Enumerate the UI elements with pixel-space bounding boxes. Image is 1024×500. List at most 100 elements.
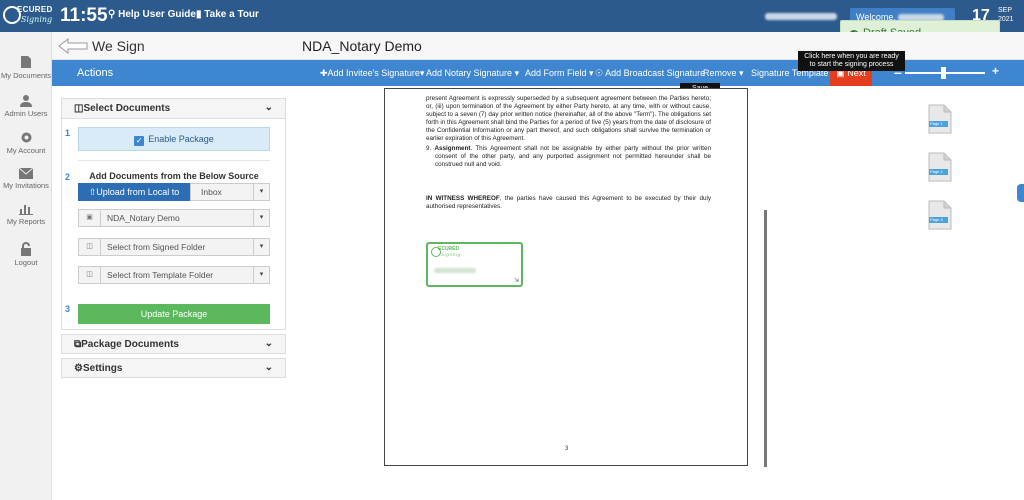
paragraph-assignment: 9. Assignment. This Agreement shall not … [426,145,711,169]
page-thumbnail[interactable]: Page 3 [927,200,953,230]
checkbox-checked-icon: ✓ [134,136,145,146]
zoom-slider-handle[interactable] [941,67,946,79]
gear-icon [21,132,31,143]
plus-icon: ✚ [320,68,328,78]
sidebar-item-my-reports[interactable]: My Reports [0,203,52,226]
lock-icon [21,242,31,256]
sidebar-item-my-account[interactable]: My Account [0,131,52,155]
add-documents-title: Add Documents from the Below Source [89,171,259,181]
divider [78,160,270,161]
sidebar-label: My Account [6,146,46,155]
add-invitee-signature-menu[interactable]: ✚Add Invitee's Signature▾ [320,68,424,79]
remove-menu[interactable]: Remove ▾ [703,68,744,79]
settings-panel: ⚙Settings ⌄ [61,358,286,378]
bold-term: Assignment [434,145,471,152]
list-number: 9. [426,145,432,152]
resize-handle-icon[interactable]: ⇲ [514,277,519,284]
update-package-button[interactable]: Update Package [78,304,270,324]
menu-label: Add Broadcast Signature [605,68,706,78]
sidebar-label: Admin Users [4,109,48,118]
logo-word: ECURED [17,5,53,14]
signed-folder-select[interactable]: ◫ Select from Signed Folder ▾ [78,238,270,256]
menu-label: Add Form Field [525,68,587,78]
add-broadcast-signature-button[interactable]: ☉ Add Broadcast Signature [595,68,705,79]
secured-signing-logo: ECURED Signing [431,246,467,260]
sidebar-item-logout[interactable]: Logout [0,242,52,267]
date-month-year: SEP 2021 [998,6,1014,24]
module-title: We Sign [92,38,145,54]
thumbnail-label: Page 3 [929,217,948,223]
caret-down-icon: ▾ [589,68,594,78]
actions-title: Actions [77,67,114,79]
select-documents-panel: ◫Select Documents ⌄ 1 ✓ Enable Package 2 … [61,98,286,330]
upload-label: Upload from Local to [96,187,180,197]
take-a-tour-link[interactable]: ▮ Take a Tour [196,9,259,20]
select-documents-header[interactable]: ◫Select Documents ⌄ [62,99,285,119]
page-thumbnail[interactable]: Page 1 [927,104,953,134]
upload-from-local-button[interactable]: ⇧Upload from Local to [78,183,190,201]
sidebar-label: My Reports [6,217,46,226]
sidebar-item-my-documents[interactable]: My Documents [0,55,52,80]
sidebar-item-my-invitations[interactable]: My Invitations [0,168,52,190]
help-user-guide-link[interactable]: ⚲ Help User Guide [108,9,196,20]
add-form-field-menu[interactable]: Add Form Field ▾ [525,68,594,79]
menu-label: Remove [703,68,737,78]
sidebar-label: Logout [14,258,38,267]
step-number: 3 [65,304,71,314]
upload-target-select[interactable]: Inbox ▾ [190,183,270,201]
gears-icon: ⚙ [74,363,83,374]
broadcast-icon: ☉ [595,68,606,78]
bar-chart-icon [19,205,33,215]
template-folder-select[interactable]: ◫ Select from Template Folder ▾ [78,266,270,284]
chevron-down-icon: ⌄ [264,362,273,373]
document-title: NDA_Notary Demo [302,38,422,54]
page-thumbnail[interactable]: Page 2 [927,152,953,182]
package-documents-header[interactable]: ⧉Package Documents ⌄ [62,335,285,353]
template-folder-placeholder: Select from Template Folder [107,270,214,280]
viewer-scrollbar[interactable] [764,210,767,467]
menu-label: Add Invitee's Signature [327,68,420,78]
document-icon [21,56,31,68]
step-number: 1 [65,128,71,138]
step-number: 2 [65,172,71,182]
back-arrow-icon[interactable] [58,38,88,54]
caret-down-icon: ▾ [514,68,520,78]
paragraph-text: . This Agreement shall not be assignable… [435,145,712,168]
enable-package-checkbox[interactable]: ✓ Enable Package [78,127,270,151]
thumbnail-label: Page 2 [929,169,948,175]
document-viewer[interactable]: present Agreement is expressly supersede… [384,88,748,466]
lightbulb-icon: ⚲ [108,9,119,20]
app-logo[interactable]: ECURED Signing [3,4,52,28]
chevron-down-icon: ⌄ [264,338,273,349]
menu-label: Add Notary Signature [426,68,513,78]
selected-document-select[interactable]: ▣ NDA_Notary Demo ▾ [78,209,270,227]
document-page-icon [928,152,952,182]
document-page-icon [928,200,952,230]
zoom-in-button[interactable]: + [992,64,999,78]
signature-field[interactable]: ECURED Signing ⇲ [426,242,523,287]
envelope-icon [19,168,33,179]
enable-package-label: Enable Package [148,134,214,144]
file-icon: ◫ [79,267,101,283]
blurred-signer-name [434,268,476,273]
sidebar-label: My Documents [0,71,51,80]
date-year: 2021 [998,16,1014,23]
add-notary-signature-menu[interactable]: Add Notary Signature ▾ [426,68,519,79]
clock: 11:55 [60,5,108,26]
caret-down-icon: ▾ [253,184,269,200]
chevron-down-icon: ⌄ [264,102,273,113]
bold-term: IN WITNESS WHEREOF [426,195,500,202]
help-label: Help User Guide [118,9,196,20]
right-side-tab[interactable] [1017,184,1024,202]
panel-title: Settings [82,363,123,374]
caret-down-icon: ▾ [419,68,425,78]
next-tooltip: Click here when you are ready to start t… [798,51,905,71]
panel-title: Select Documents [83,103,171,114]
signed-folder-placeholder: Select from Signed Folder [107,242,206,252]
sidebar-label: My Invitations [3,181,49,190]
caret-down-icon: ▾ [739,68,744,78]
settings-header[interactable]: ⚙Settings ⌄ [62,359,285,377]
document-page-icon [928,104,952,134]
sidebar-item-admin-users[interactable]: Admin Users [0,94,52,118]
file-icon: ◫ [79,239,101,255]
